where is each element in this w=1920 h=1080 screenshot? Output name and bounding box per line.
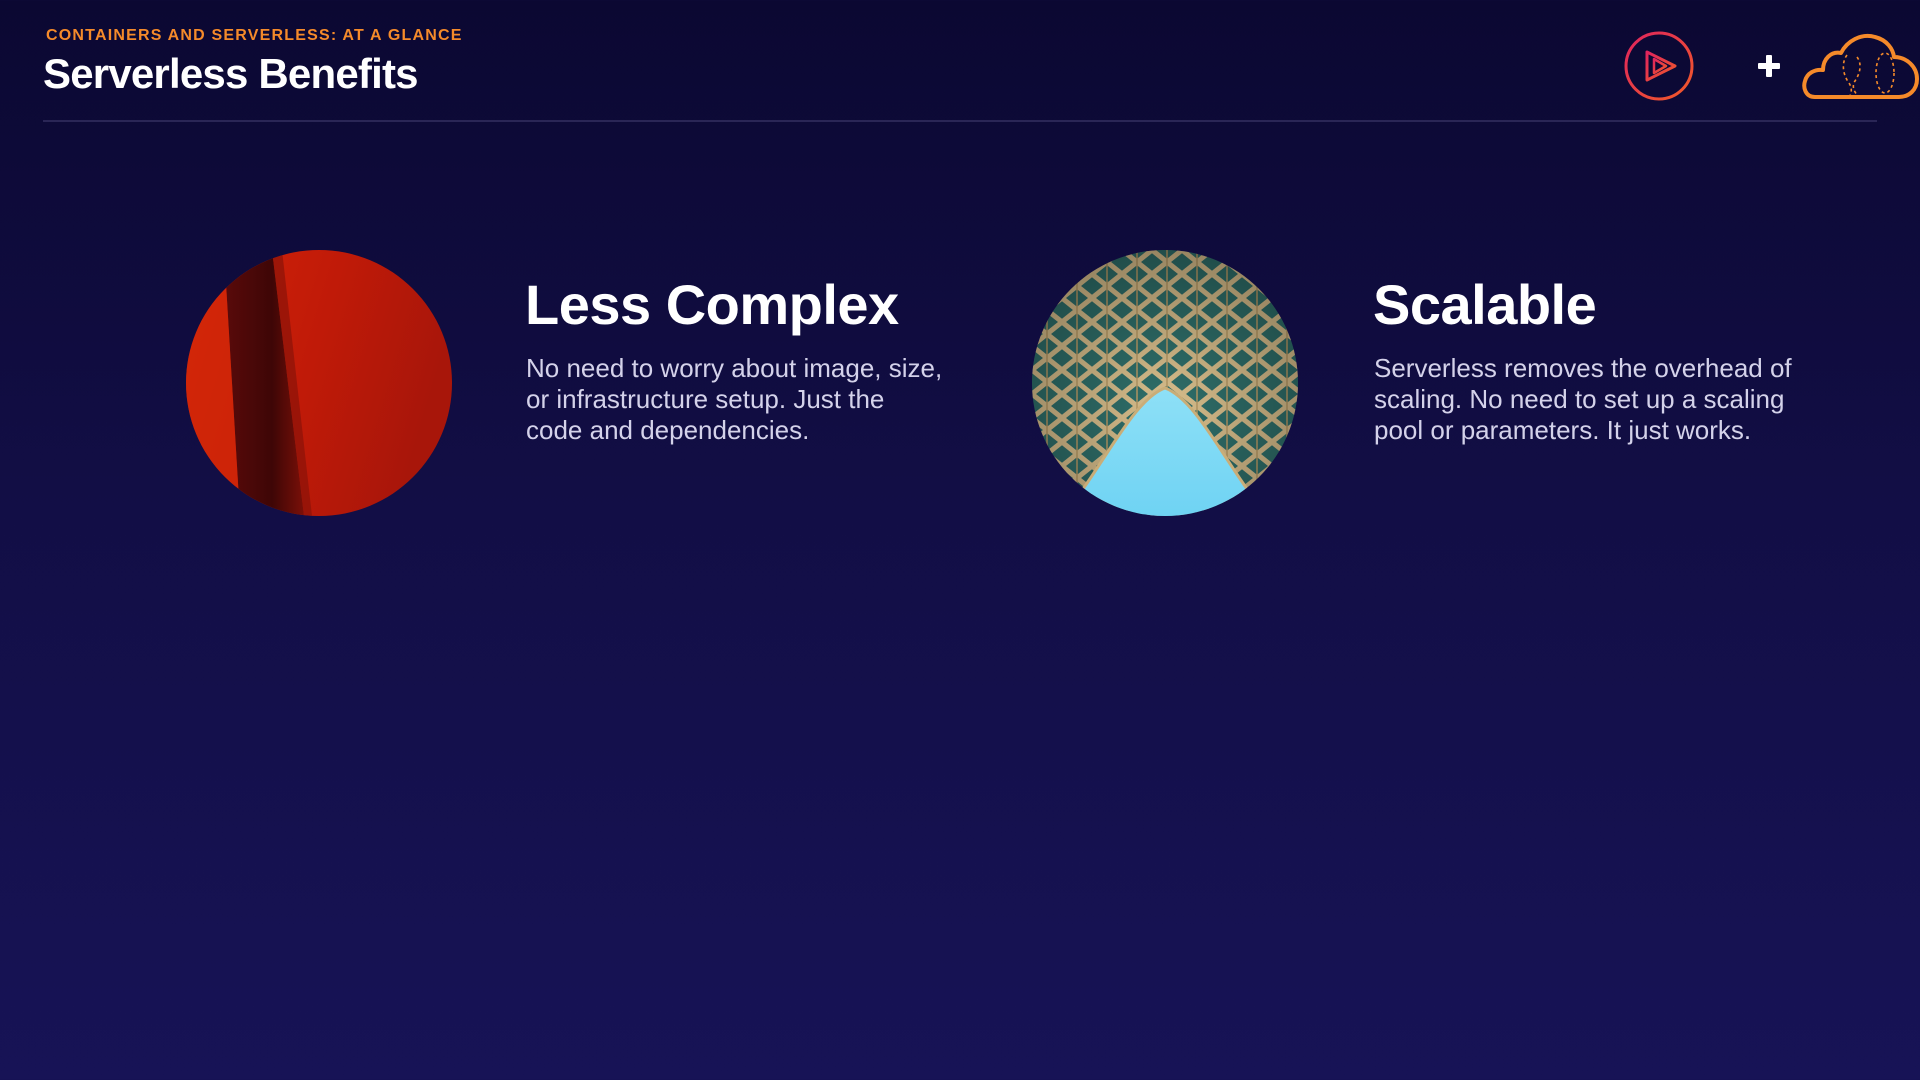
benefit-body-less-complex: No need to worry about image, size, or i… xyxy=(526,353,943,445)
section-eyebrow: CONTAINERS AND SERVERLESS: AT A GLANCE xyxy=(46,27,463,44)
plus-icon xyxy=(1758,55,1780,77)
slide-title: Serverless Benefits xyxy=(43,50,419,97)
slide-header: CONTAINERS AND SERVERLESS: AT A GLANCE S… xyxy=(43,0,1919,122)
cloud-icon xyxy=(1802,34,1919,99)
play-circle-icon xyxy=(1624,31,1694,101)
red-abstract-photo xyxy=(186,250,452,516)
lattice-arch-photo xyxy=(1032,250,1298,516)
benefit-title-less-complex: Less Complex xyxy=(525,273,899,336)
benefit-title-scalable: Scalable xyxy=(1373,273,1597,336)
benefit-body-scalable: Serverless removes the overhead of scali… xyxy=(1374,353,1792,445)
